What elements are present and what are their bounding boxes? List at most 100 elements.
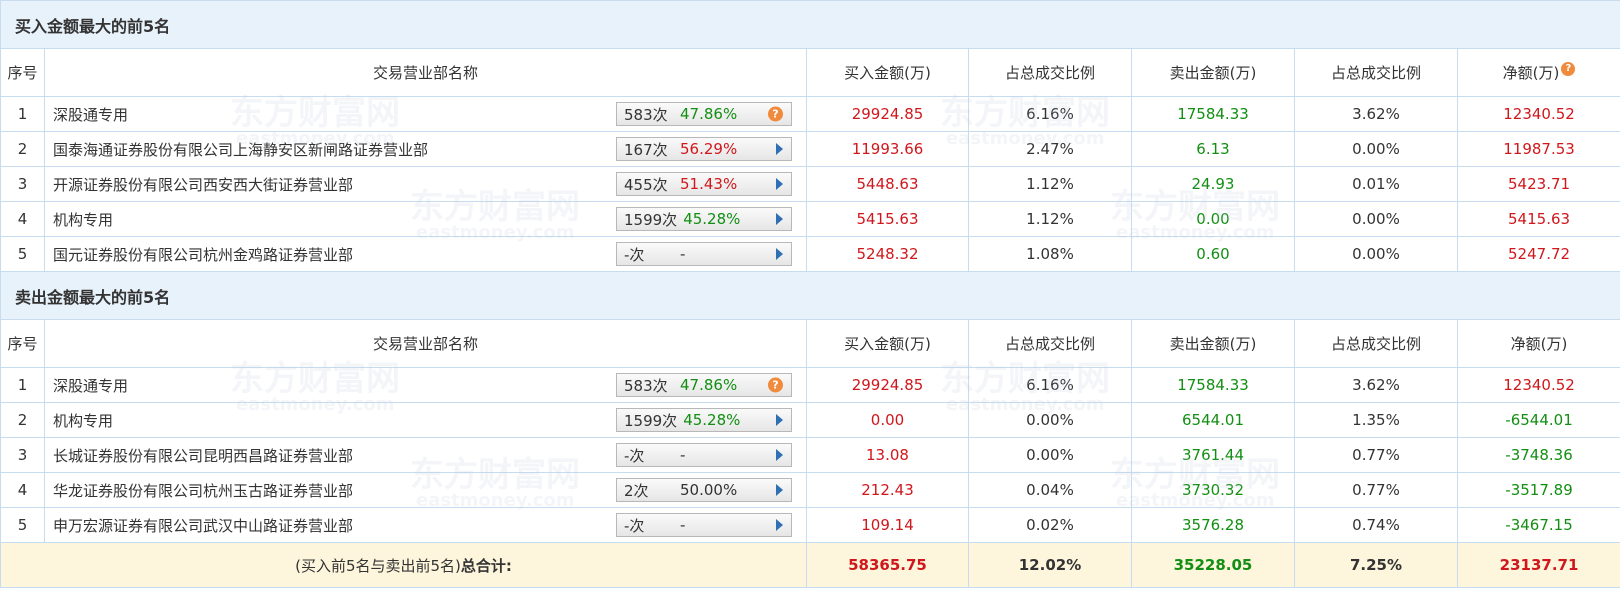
play-arrow-icon[interactable] (776, 178, 783, 190)
seat-name-link[interactable]: 深股通专用 (53, 375, 128, 396)
seat-name-cell: 华龙证券股份有限公司杭州玉古路证券营业部 2次 50.00% (44, 472, 807, 508)
net-amount: 5247.72 (1456, 236, 1620, 272)
buy-amount: 5448.63 (806, 166, 969, 202)
sell-amount: 3761.44 (1131, 437, 1295, 473)
total-buy-ratio: 12.02% (968, 542, 1132, 588)
seat-name-cell: 机构专用 1599次 45.28% (44, 201, 807, 237)
buy-ratio: 0.04% (968, 472, 1132, 508)
seat-name-link[interactable]: 长城证券股份有限公司昆明西昌路证券营业部 (53, 445, 353, 466)
seat-trade-count: 2次 (624, 481, 649, 500)
header-sell-ratio: 占总成交比例 (1294, 319, 1458, 368)
seat-name-wrap: 机构专用 1599次 45.28% (53, 408, 806, 432)
seat-stats-badge[interactable]: 583次 47.86%? (616, 102, 792, 126)
buy-ratio: 0.02% (968, 507, 1132, 543)
net-amount: -3748.36 (1456, 437, 1620, 473)
buy-amount: 29924.85 (806, 96, 969, 132)
total-sell-ratio: 7.25% (1294, 542, 1458, 588)
sell-amount: 6.13 (1131, 131, 1295, 167)
trading-seats-table: 买入金额最大的前5名 序号 交易营业部名称 买入金额(万) 占总成交比例 卖出金… (0, 0, 1620, 588)
seat-trade-count: 167次 (624, 140, 668, 159)
seat-stats-badge[interactable]: 2次 50.00% (616, 478, 792, 502)
total-label: (买入前5名与卖出前5名)总合计: (0, 542, 807, 588)
buy-ratio: 6.16% (968, 367, 1132, 403)
seat-name-wrap: 华龙证券股份有限公司杭州玉古路证券营业部 2次 50.00% (53, 478, 806, 502)
seat-stats-badge[interactable]: 455次 51.43% (616, 172, 792, 196)
sell-amount: 17584.33 (1131, 96, 1295, 132)
seat-name-link[interactable]: 机构专用 (53, 410, 113, 431)
header-buy-ratio: 占总成交比例 (968, 319, 1132, 368)
seat-name-link[interactable]: 华龙证券股份有限公司杭州玉古路证券营业部 (53, 480, 353, 501)
row-index: 3 (0, 166, 45, 202)
play-arrow-icon[interactable] (776, 213, 783, 225)
play-arrow-icon[interactable] (776, 519, 783, 531)
seat-name-cell: 国泰海通证券股份有限公司上海静安区新闸路证券营业部 167次 56.29% (44, 131, 807, 167)
seat-name-wrap: 开源证券股份有限公司西安西大街证券营业部 455次 51.43% (53, 172, 806, 196)
seat-stats-badge[interactable]: -次 - (616, 513, 792, 537)
seat-stats-badge[interactable]: 167次 56.29% (616, 137, 792, 161)
seat-name-link[interactable]: 申万宏源证券有限公司武汉中山路证券营业部 (53, 515, 353, 536)
sell-top5-section: 卖出金额最大的前5名 序号 交易营业部名称 买入金额(万) 占总成交比例 卖出金… (0, 271, 1620, 543)
sell-ratio: 0.00% (1294, 201, 1458, 237)
sell-amount: 6544.01 (1131, 402, 1295, 438)
seat-name-cell: 开源证券股份有限公司西安西大街证券营业部 455次 51.43% (44, 166, 807, 202)
seat-stats-badge[interactable]: -次 - (616, 242, 792, 266)
seat-stats-badge[interactable]: 583次 47.86%? (616, 373, 792, 397)
seat-trade-count: 1599次 (624, 210, 678, 229)
table-row: 2 机构专用 1599次 45.28% 0.00 0.00% 6544.01 1.35% -65… (0, 402, 1620, 438)
row-index: 4 (0, 201, 45, 237)
seat-name-link[interactable]: 深股通专用 (53, 104, 128, 125)
play-arrow-icon[interactable] (776, 484, 783, 496)
sell-ratio: 1.35% (1294, 402, 1458, 438)
buy-ratio: 1.12% (968, 166, 1132, 202)
seat-name-link[interactable]: 国元证券股份有限公司杭州金鸡路证券营业部 (53, 244, 353, 265)
buy-amount: 11993.66 (806, 131, 969, 167)
seat-trade-count: -次 (624, 516, 645, 535)
header-buy-amount: 买入金额(万) (806, 319, 969, 368)
question-icon[interactable]: ? (768, 377, 783, 393)
row-index: 5 (0, 236, 45, 272)
buy-amount: 5415.63 (806, 201, 969, 237)
buy-amount: 5248.32 (806, 236, 969, 272)
seat-name-cell: 机构专用 1599次 45.28% (44, 402, 807, 438)
seat-trade-count: 583次 (624, 105, 668, 124)
table-row: 5 国元证券股份有限公司杭州金鸡路证券营业部 -次 - 5248.32 1.08% 0.60… (0, 236, 1620, 272)
question-icon[interactable]: ? (768, 106, 783, 122)
header-net-amount: 净额(万) (1456, 319, 1620, 368)
seat-win-rate: 56.29% (680, 140, 738, 158)
buy-header-row: 序号 交易营业部名称 买入金额(万) 占总成交比例 卖出金额(万) 占总成交比例… (0, 48, 1620, 97)
seat-name-wrap: 长城证券股份有限公司昆明西昌路证券营业部 -次 - (53, 443, 806, 467)
seat-name-link[interactable]: 国泰海通证券股份有限公司上海静安区新闸路证券营业部 (53, 139, 428, 160)
buy-amount: 212.43 (806, 472, 969, 508)
seat-stats-badge[interactable]: 1599次 45.28% (616, 408, 792, 432)
header-buy-amount: 买入金额(万) (806, 48, 969, 97)
buy-amount: 13.08 (806, 437, 969, 473)
row-index: 3 (0, 437, 45, 473)
header-sell-amount: 卖出金额(万) (1131, 48, 1295, 97)
net-amount: -6544.01 (1456, 402, 1620, 438)
question-icon[interactable]: ? (1561, 62, 1576, 76)
seat-name-wrap: 国元证券股份有限公司杭州金鸡路证券营业部 -次 - (53, 242, 806, 266)
sell-ratio: 0.74% (1294, 507, 1458, 543)
total-net-amount: 23137.71 (1456, 542, 1620, 588)
total-sell-amount: 35228.05 (1131, 542, 1295, 588)
play-arrow-icon[interactable] (776, 248, 783, 260)
seat-trade-count: 1599次 (624, 411, 678, 430)
sell-ratio: 3.62% (1294, 96, 1458, 132)
seat-win-rate: 50.00% (680, 481, 738, 499)
seat-win-rate: 45.28% (683, 210, 741, 228)
seat-trade-count: -次 (624, 245, 645, 264)
table-row: 3 开源证券股份有限公司西安西大街证券营业部 455次 51.43% 5448.63 1.… (0, 166, 1620, 202)
play-arrow-icon[interactable] (776, 143, 783, 155)
seat-name-link[interactable]: 开源证券股份有限公司西安西大街证券营业部 (53, 174, 353, 195)
net-amount: 11987.53 (1456, 131, 1620, 167)
seat-name-link[interactable]: 机构专用 (53, 209, 113, 230)
sell-ratio: 0.01% (1294, 166, 1458, 202)
buy-ratio: 1.12% (968, 201, 1132, 237)
net-amount: -3467.15 (1456, 507, 1620, 543)
buy-ratio: 2.47% (968, 131, 1132, 167)
seat-stats-badge[interactable]: -次 - (616, 443, 792, 467)
play-arrow-icon[interactable] (776, 414, 783, 426)
play-arrow-icon[interactable] (776, 449, 783, 461)
sell-ratio: 0.00% (1294, 236, 1458, 272)
seat-stats-badge[interactable]: 1599次 45.28% (616, 207, 792, 231)
